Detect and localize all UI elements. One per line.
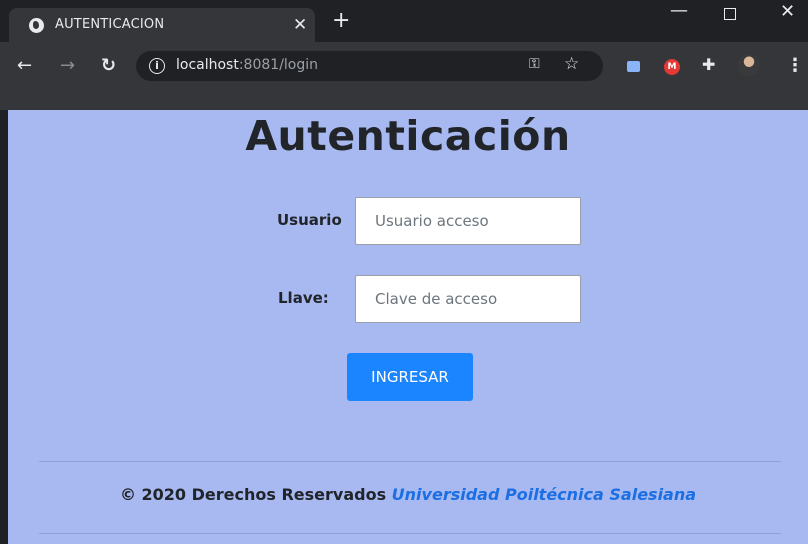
key-icon[interactable]: ⚿ bbox=[529, 56, 540, 72]
menu-icon[interactable]: ⋮ bbox=[786, 55, 804, 76]
browser-title-bar: AUTENTICACION ✕ + — ✕ bbox=[0, 0, 808, 42]
new-tab-icon[interactable]: + bbox=[332, 10, 350, 32]
reload-icon[interactable]: ↻ bbox=[101, 56, 116, 76]
footer: © 2020 Derechos Reservados Universidad P… bbox=[8, 485, 808, 504]
extension-icon[interactable] bbox=[627, 61, 640, 72]
footer-divider-top bbox=[39, 461, 781, 462]
footer-university-link[interactable]: Universidad Poiltécnica Salesiana bbox=[392, 485, 696, 504]
url-host: localhost bbox=[176, 57, 239, 73]
mega-extension-icon[interactable]: M bbox=[664, 59, 680, 75]
info-icon[interactable]: i bbox=[149, 58, 165, 74]
password-row: Llave: bbox=[8, 275, 808, 323]
url-path: :8081/login bbox=[238, 57, 319, 73]
window-close-icon[interactable]: ✕ bbox=[780, 1, 795, 22]
browser-tab[interactable]: AUTENTICACION ✕ bbox=[9, 8, 315, 42]
footer-divider-bottom bbox=[39, 533, 781, 534]
username-label: Usuario bbox=[277, 211, 342, 229]
page-title: Autenticación bbox=[245, 112, 571, 160]
tab-title: AUTENTICACION bbox=[55, 17, 165, 32]
password-input[interactable] bbox=[355, 275, 581, 323]
browser-toolbar: ← → ↻ i localhost:8081/login ⚿ ☆ M ✚ ⋮ bbox=[0, 42, 808, 110]
minimize-icon[interactable]: — bbox=[670, 0, 688, 21]
footer-copyright: © 2020 Derechos Reservados bbox=[119, 485, 387, 504]
globe-icon bbox=[29, 18, 44, 33]
forward-arrow-icon[interactable]: → bbox=[60, 56, 75, 76]
star-icon[interactable]: ☆ bbox=[564, 54, 579, 74]
address-bar[interactable]: i localhost:8081/login ⚿ ☆ bbox=[136, 51, 603, 81]
username-input[interactable] bbox=[355, 197, 581, 245]
username-row: Usuario bbox=[8, 197, 808, 245]
back-arrow-icon[interactable]: ← bbox=[17, 56, 32, 76]
url-text[interactable]: localhost:8081/login bbox=[176, 57, 318, 73]
maximize-icon[interactable] bbox=[724, 8, 736, 20]
password-label: Llave: bbox=[278, 289, 329, 307]
tab-close-icon[interactable]: ✕ bbox=[293, 15, 307, 35]
login-page: Autenticación Usuario Llave: INGRESAR © … bbox=[8, 110, 808, 544]
puzzle-icon[interactable]: ✚ bbox=[702, 55, 715, 74]
submit-button[interactable]: INGRESAR bbox=[347, 353, 473, 401]
avatar[interactable] bbox=[738, 54, 760, 76]
